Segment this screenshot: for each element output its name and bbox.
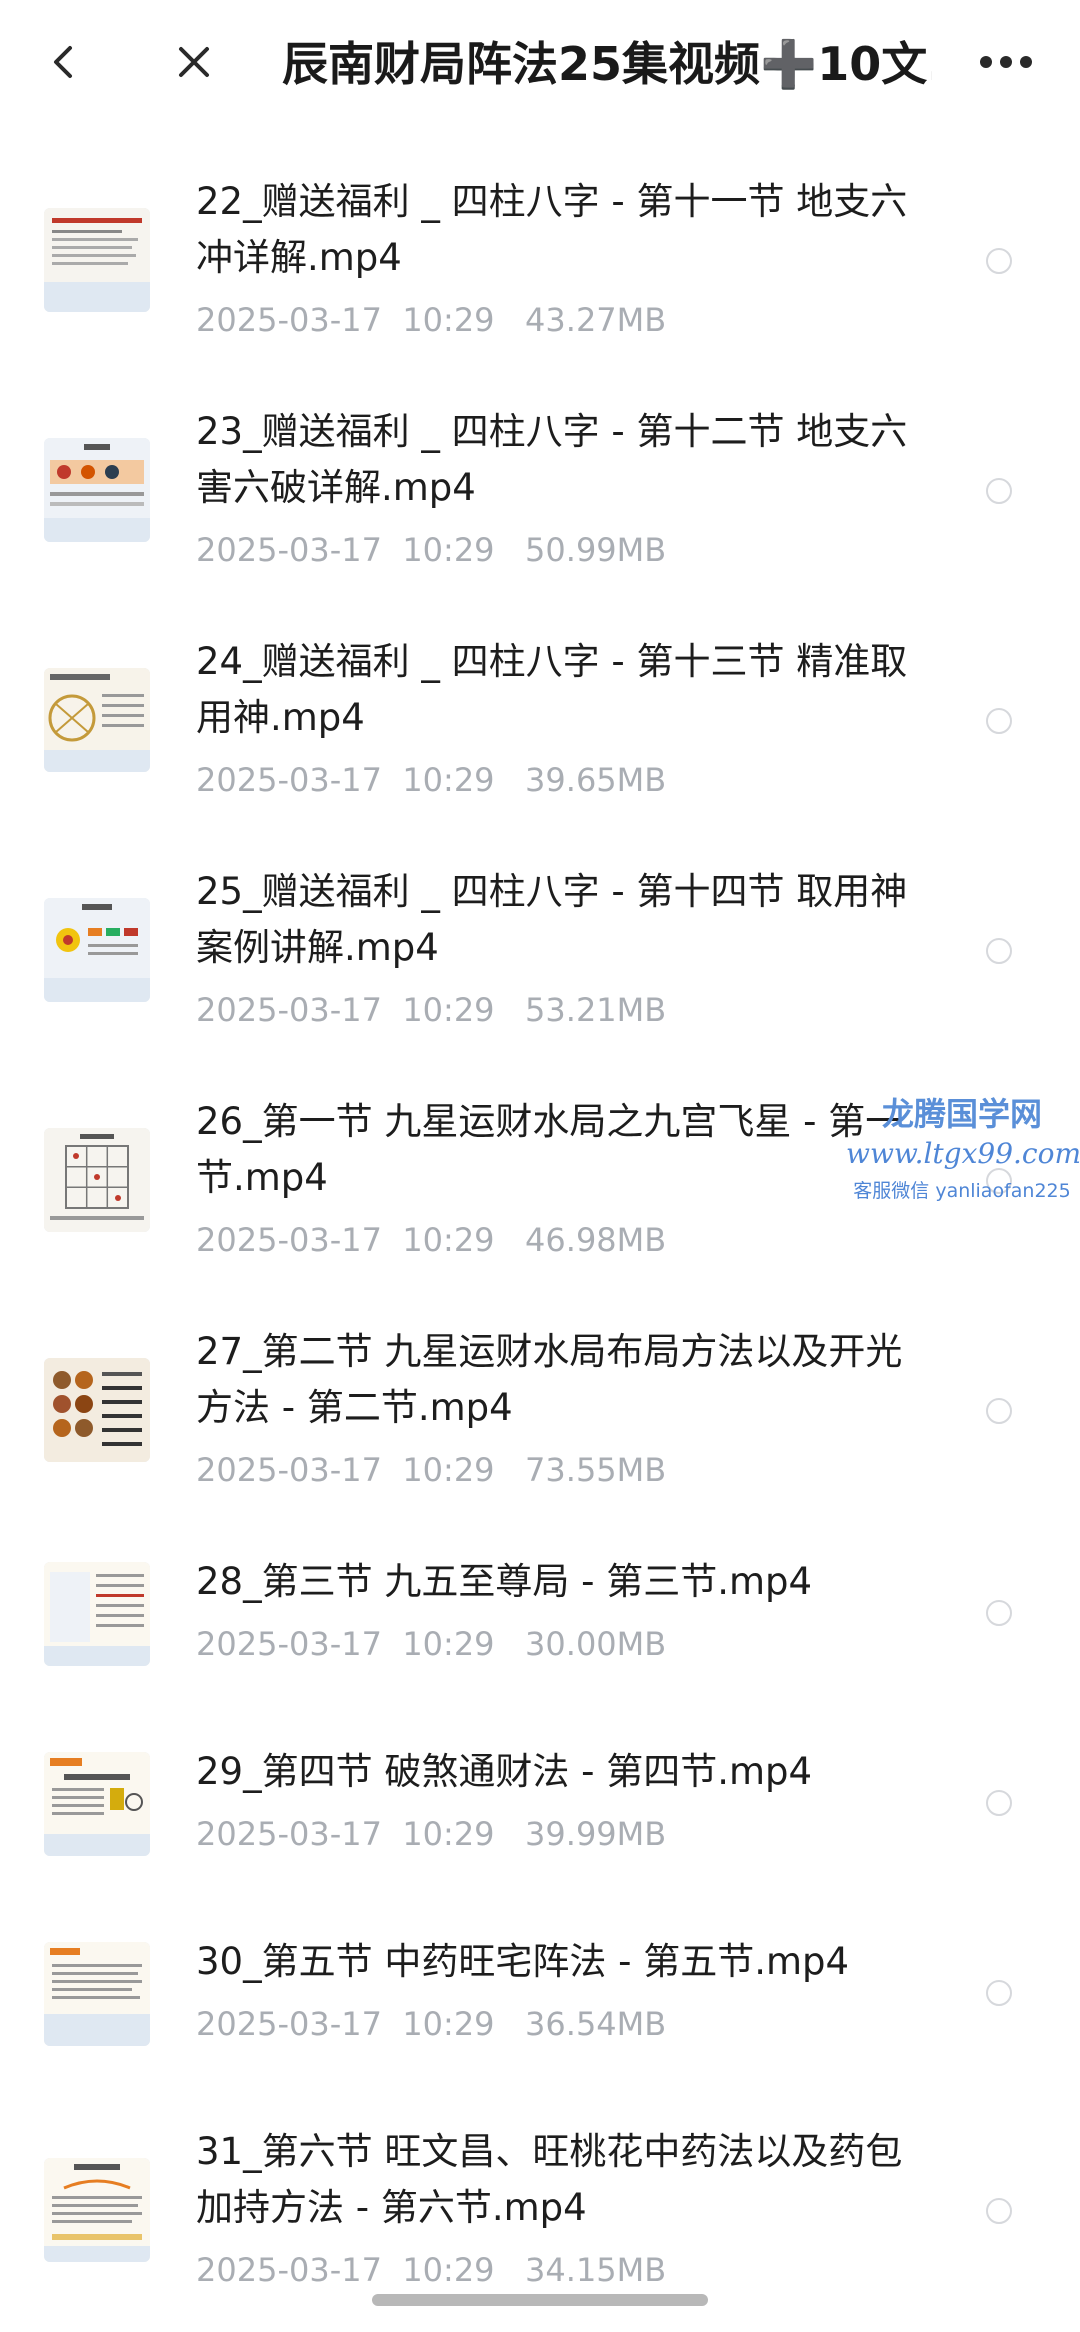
file-list-item[interactable]: 29_第四节 破煞通财法 - 第四节.mp4 2025-03-17 10:29 … [0, 1714, 1080, 1894]
file-size: 34.15MB [525, 2251, 667, 2289]
file-meta: 2025-03-17 10:29 43.27MB [196, 300, 666, 340]
more-options-button[interactable] [970, 26, 1042, 98]
video-thumbnail [44, 208, 150, 312]
file-meta: 2025-03-17 10:29 39.65MB [196, 760, 666, 800]
close-icon [179, 47, 209, 77]
video-thumbnail [44, 1128, 150, 1232]
file-list-item[interactable]: 28_第三节 九五至尊局 - 第三节.mp4 2025-03-17 10:29 … [0, 1524, 1080, 1704]
top-navigation-bar: 辰南财局阵法25集视频➕10文... [0, 0, 1080, 124]
file-size: 46.98MB [525, 1221, 667, 1259]
file-date: 2025-03-17 10:29 [196, 1451, 495, 1489]
file-list-item[interactable]: 27_第二节 九星运财水局布局方法以及开光方法 - 第二节.mp4 2025-0… [0, 1294, 1080, 1514]
page-title: 辰南财局阵法25集视频➕10文... [282, 37, 932, 91]
file-date: 2025-03-17 10:29 [196, 531, 495, 569]
select-radio[interactable] [986, 1980, 1012, 2006]
select-radio[interactable] [986, 478, 1012, 504]
video-thumbnail [44, 1358, 150, 1462]
file-date: 2025-03-17 10:29 [196, 1625, 495, 1663]
file-name: 31_第六节 旺文昌、旺桃花中药法以及药包加持方法 - 第六节.mp4 [196, 2130, 903, 2229]
file-size: 39.65MB [525, 761, 667, 799]
select-radio[interactable] [986, 2198, 1012, 2224]
file-size: 39.99MB [525, 1815, 667, 1853]
select-radio[interactable] [986, 1790, 1012, 1816]
select-radio[interactable] [986, 1600, 1012, 1626]
video-thumbnail [44, 2158, 150, 2262]
file-date: 2025-03-17 10:29 [196, 761, 495, 799]
file-meta: 2025-03-17 10:29 34.15MB [196, 2250, 666, 2290]
file-date: 2025-03-17 10:29 [196, 2005, 495, 2043]
watermark-url: www.ltgx99.com [846, 1137, 1080, 1170]
file-list-item[interactable]: 31_第六节 旺文昌、旺桃花中药法以及药包加持方法 - 第六节.mp4 2025… [0, 2094, 1080, 2314]
file-name: 30_第五节 中药旺宅阵法 - 第五节.mp4 [196, 1940, 850, 1983]
file-size: 50.99MB [525, 531, 667, 569]
file-name: 24_赠送福利 _ 四柱八字 - 第十三节 精准取用神.mp4 [196, 640, 908, 739]
file-name: 29_第四节 破煞通财法 - 第四节.mp4 [196, 1750, 813, 1793]
file-list-item[interactable]: 30_第五节 中药旺宅阵法 - 第五节.mp4 2025-03-17 10:29… [0, 1904, 1080, 2084]
file-date: 2025-03-17 10:29 [196, 1221, 495, 1259]
back-button[interactable] [28, 26, 100, 98]
file-size: 73.55MB [525, 1451, 667, 1489]
file-meta: 2025-03-17 10:29 30.00MB [196, 1624, 666, 1664]
more-horizontal-icon [980, 56, 1032, 68]
file-size: 30.00MB [525, 1625, 667, 1663]
select-radio[interactable] [986, 1398, 1012, 1424]
file-meta: 2025-03-17 10:29 53.21MB [196, 990, 666, 1030]
select-radio[interactable] [986, 248, 1012, 274]
file-date: 2025-03-17 10:29 [196, 1815, 495, 1853]
watermark: 龙腾国学网 www.ltgx99.com 客服微信 yanliaofan225 [846, 1094, 1080, 1208]
file-name: 28_第三节 九五至尊局 - 第三节.mp4 [196, 1560, 813, 1603]
watermark-contact: 客服微信 yanliaofan225 [853, 1180, 1071, 1202]
video-thumbnail [44, 898, 150, 1002]
file-name: 22_赠送福利 _ 四柱八字 - 第十一节 地支六冲详解.mp4 [196, 180, 908, 279]
select-radio[interactable] [986, 938, 1012, 964]
file-size: 43.27MB [525, 301, 667, 339]
watermark-site-name: 龙腾国学网 [881, 1095, 1042, 1133]
home-indicator[interactable] [372, 2294, 708, 2306]
file-name: 27_第二节 九星运财水局布局方法以及开光方法 - 第二节.mp4 [196, 1330, 903, 1429]
file-list-item[interactable]: 23_赠送福利 _ 四柱八字 - 第十二节 地支六害六破详解.mp4 2025-… [0, 374, 1080, 594]
file-date: 2025-03-17 10:29 [196, 301, 495, 339]
file-name: 23_赠送福利 _ 四柱八字 - 第十二节 地支六害六破详解.mp4 [196, 410, 908, 509]
file-name: 26_第一节 九星运财水局之九宫飞星 - 第一节.mp4 [196, 1100, 903, 1199]
file-list-item[interactable]: 24_赠送福利 _ 四柱八字 - 第十三节 精准取用神.mp4 2025-03-… [0, 604, 1080, 824]
video-thumbnail [44, 438, 150, 542]
file-meta: 2025-03-17 10:29 50.99MB [196, 530, 666, 570]
file-meta: 2025-03-17 10:29 39.99MB [196, 1814, 666, 1854]
video-thumbnail [44, 1752, 150, 1856]
select-radio[interactable] [986, 708, 1012, 734]
chevron-left-icon [54, 46, 72, 78]
video-thumbnail [44, 668, 150, 772]
file-meta: 2025-03-17 10:29 73.55MB [196, 1450, 666, 1490]
file-meta: 2025-03-17 10:29 46.98MB [196, 1220, 666, 1260]
file-list-item[interactable]: 22_赠送福利 _ 四柱八字 - 第十一节 地支六冲详解.mp4 2025-03… [0, 144, 1080, 364]
file-date: 2025-03-17 10:29 [196, 2251, 495, 2289]
file-size: 53.21MB [525, 991, 667, 1029]
close-button[interactable] [158, 26, 230, 98]
video-thumbnail [44, 1562, 150, 1666]
file-meta: 2025-03-17 10:29 36.54MB [196, 2004, 666, 2044]
file-list-item[interactable]: 25_赠送福利 _ 四柱八字 - 第十四节 取用神案例讲解.mp4 2025-0… [0, 834, 1080, 1054]
file-date: 2025-03-17 10:29 [196, 991, 495, 1029]
video-thumbnail [44, 1942, 150, 2046]
file-size: 36.54MB [525, 2005, 667, 2043]
file-name: 25_赠送福利 _ 四柱八字 - 第十四节 取用神案例讲解.mp4 [196, 870, 908, 969]
